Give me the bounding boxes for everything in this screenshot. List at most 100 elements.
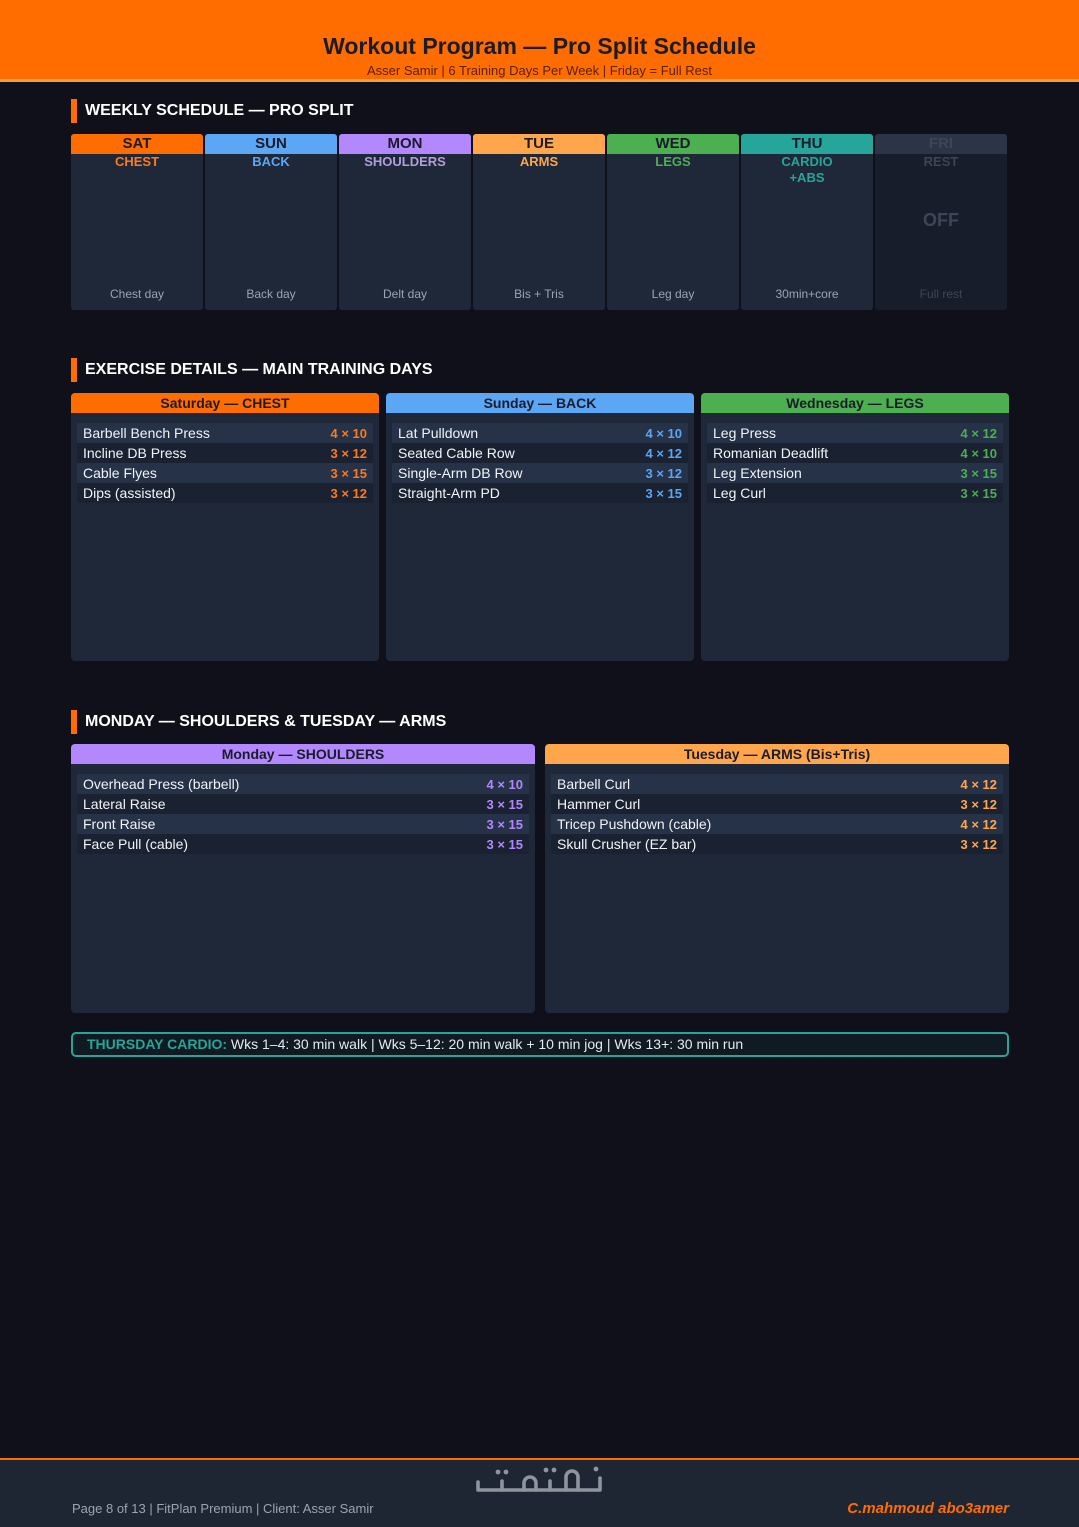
exercise-sets: 3 × 15 — [486, 836, 523, 852]
exercise-sets: 3 × 15 — [645, 485, 682, 501]
exercise-name: Straight-Arm PD — [398, 485, 500, 501]
exercise-name: Lateral Raise — [83, 796, 166, 812]
day-header: FRI — [875, 134, 1007, 154]
exercise-row: Lat Pulldown 4 × 10 — [392, 423, 688, 443]
cardio-text: Wks 1–4: 30 min walk | Wks 5–12: 20 min … — [227, 1036, 744, 1052]
exercise-name: Tricep Pushdown (cable) — [557, 816, 712, 832]
exercise-name: Front Raise — [83, 816, 156, 832]
exercise-name: Leg Press — [713, 425, 777, 441]
exercise-sets: 3 × 12 — [645, 465, 682, 481]
card-title: Monday — SHOULDERS — [71, 744, 535, 764]
footer-page-info: Page 8 of 13 | FitPlan Premium | Client:… — [72, 1501, 374, 1516]
day-off-label: OFF — [923, 210, 959, 230]
exercise-sets: 3 × 15 — [960, 485, 997, 501]
exercise-sets: 4 × 12 — [960, 776, 997, 792]
day-note: Delt day — [382, 287, 428, 301]
exercise-name: Lat Pulldown — [398, 425, 479, 441]
exercise-list: Lat Pulldown 4 × 10 Seated Cable Row 4 × 12… — [392, 423, 688, 503]
card-tuesday-arms: Tuesday — ARMS (Bis+Tris) Barbell Curl 4 ×… — [545, 744, 1009, 1013]
day-focus: REST — [923, 154, 959, 169]
exercise-row: Straight-Arm PD 3 × 15 — [392, 483, 688, 503]
khamsat-logo — [476, 1466, 602, 1492]
page-subtitle: Asser Samir | 6 Training Days Per Week |… — [367, 63, 712, 78]
exercise-sets: 3 × 15 — [330, 465, 367, 481]
page-footer: Page 8 of 13 | FitPlan Premium | Client:… — [0, 1458, 1079, 1527]
weekly-schedule: SAT CHEST Chest day SUN BACK Back day MON SHOUL… — [71, 134, 1007, 310]
day-focus: CARDIO +ABS — [781, 154, 833, 185]
exercise-name: Romanian Deadlift — [713, 445, 829, 461]
exercise-name: Barbell Bench Press — [83, 425, 210, 441]
day-note: Back day — [246, 287, 296, 301]
exercise-row: Dips (assisted) 3 × 12 — [77, 483, 373, 503]
card-title: Sunday — BACK — [386, 393, 694, 413]
day-header: TUE — [473, 134, 605, 154]
exercise-name: Cable Flyes — [83, 465, 157, 481]
exercise-row: Incline DB Press 3 × 12 — [77, 443, 373, 463]
day-note: Chest day — [109, 287, 165, 301]
exercise-name: Incline DB Press — [83, 445, 187, 461]
card-title: Wednesday — LEGS — [701, 393, 1009, 413]
day-note: Leg day — [651, 287, 695, 301]
exercise-name: Barbell Curl — [557, 776, 631, 792]
day-note: Full rest — [919, 287, 963, 301]
exercise-name: Face Pull (cable) — [83, 836, 189, 852]
day-header: MON — [339, 134, 471, 154]
exercise-list: Leg Press 4 × 12 Romanian Deadlift 4 × 10 Le… — [707, 423, 1003, 503]
day-column-sun: SUN BACK Back day — [205, 134, 337, 310]
exercise-name: Leg Curl — [713, 485, 766, 501]
exercise-list: Barbell Curl 4 × 12 Hammer Curl 3 × 12 Trice… — [551, 774, 1003, 854]
day-column-wed: WED LEGS Leg day — [607, 134, 739, 310]
day-focus: CHEST — [114, 154, 160, 169]
day-column-sat: SAT CHEST Chest day — [71, 134, 203, 310]
cardio-label: THURSDAY CARDIO: — [87, 1036, 228, 1052]
exercise-sets: 4 × 10 — [645, 425, 682, 441]
footer-author: C.mahmoud abo3amer — [847, 1500, 1009, 1517]
exercise-sets: 3 × 15 — [486, 816, 523, 832]
exercise-row: Single-Arm DB Row 3 × 12 — [392, 463, 688, 483]
exercise-name: Hammer Curl — [557, 796, 641, 812]
day-focus: ARMS — [519, 154, 559, 169]
section-title-details: EXERCISE DETAILS — MAIN TRAINING DAYS — [71, 358, 433, 382]
exercise-sets: 4 × 10 — [330, 425, 367, 441]
card-title: Saturday — CHEST — [71, 393, 379, 413]
day-column-mon: MON SHOULDERS Delt day — [339, 134, 471, 310]
exercise-list: Overhead Press (barbell) 4 × 10 Lateral Ra… — [77, 774, 529, 854]
card-saturday-chest: Saturday — CHEST Barbell Bench Press 4 × 1… — [71, 393, 379, 661]
exercise-row: Skull Crusher (EZ bar) 3 × 12 — [551, 834, 1003, 854]
day-header: SUN — [205, 134, 337, 154]
exercise-row: Seated Cable Row 4 × 12 — [392, 443, 688, 463]
exercise-row: Barbell Bench Press 4 × 10 — [77, 423, 373, 443]
exercise-name: Dips (assisted) — [83, 485, 176, 501]
exercise-sets: 4 × 12 — [645, 445, 682, 461]
exercise-sets: 3 × 15 — [486, 796, 523, 812]
day-header: THU — [741, 134, 873, 154]
exercise-sets: 4 × 12 — [960, 816, 997, 832]
exercise-row: Leg Extension 3 × 15 — [707, 463, 1003, 483]
exercise-row: Front Raise 3 × 15 — [77, 814, 529, 834]
exercise-sets: 4 × 12 — [960, 425, 997, 441]
exercise-row: Leg Press 4 × 12 — [707, 423, 1003, 443]
day-column-tue: TUE ARMS Bis + Tris — [473, 134, 605, 310]
section-title-weekly: WEEKLY SCHEDULE — PRO SPLIT — [71, 99, 353, 123]
card-title: Tuesday — ARMS (Bis+Tris) — [545, 744, 1009, 764]
exercise-name: Leg Extension — [713, 465, 802, 481]
day-note: Bis + Tris — [514, 287, 564, 301]
exercise-sets: 3 × 12 — [330, 445, 367, 461]
page-title: Workout Program — Pro Split Schedule — [323, 33, 756, 59]
exercise-name: Skull Crusher (EZ bar) — [557, 836, 697, 852]
day-column-fri: FRI REST OFF Full rest — [875, 134, 1007, 310]
day-focus: BACK — [252, 154, 290, 169]
exercise-row: Cable Flyes 3 × 15 — [77, 463, 373, 483]
exercise-sets: 3 × 12 — [960, 836, 997, 852]
exercise-sets: 3 × 12 — [960, 796, 997, 812]
card-monday-shoulders: Monday — SHOULDERS Overhead Press (barbel… — [71, 744, 535, 1013]
section-title-mon-tue: MONDAY — SHOULDERS & TUESDAY — ARMS — [71, 710, 446, 734]
exercise-row: Face Pull (cable) 3 × 15 — [77, 834, 529, 854]
thursday-cardio-banner: THURSDAY CARDIO: Wks 1–4: 30 min walk | … — [71, 1032, 1009, 1057]
day-column-thu: THU CARDIO +ABS 30min+core — [741, 134, 873, 310]
exercise-name: Overhead Press (barbell) — [83, 776, 240, 792]
exercise-name: Single-Arm DB Row — [398, 465, 523, 481]
exercise-list: Barbell Bench Press 4 × 10 Incline DB Pres… — [77, 423, 373, 503]
card-wednesday-legs: Wednesday — LEGS Leg Press 4 × 12 Romanian … — [701, 393, 1009, 661]
exercise-sets: 3 × 12 — [330, 485, 367, 501]
